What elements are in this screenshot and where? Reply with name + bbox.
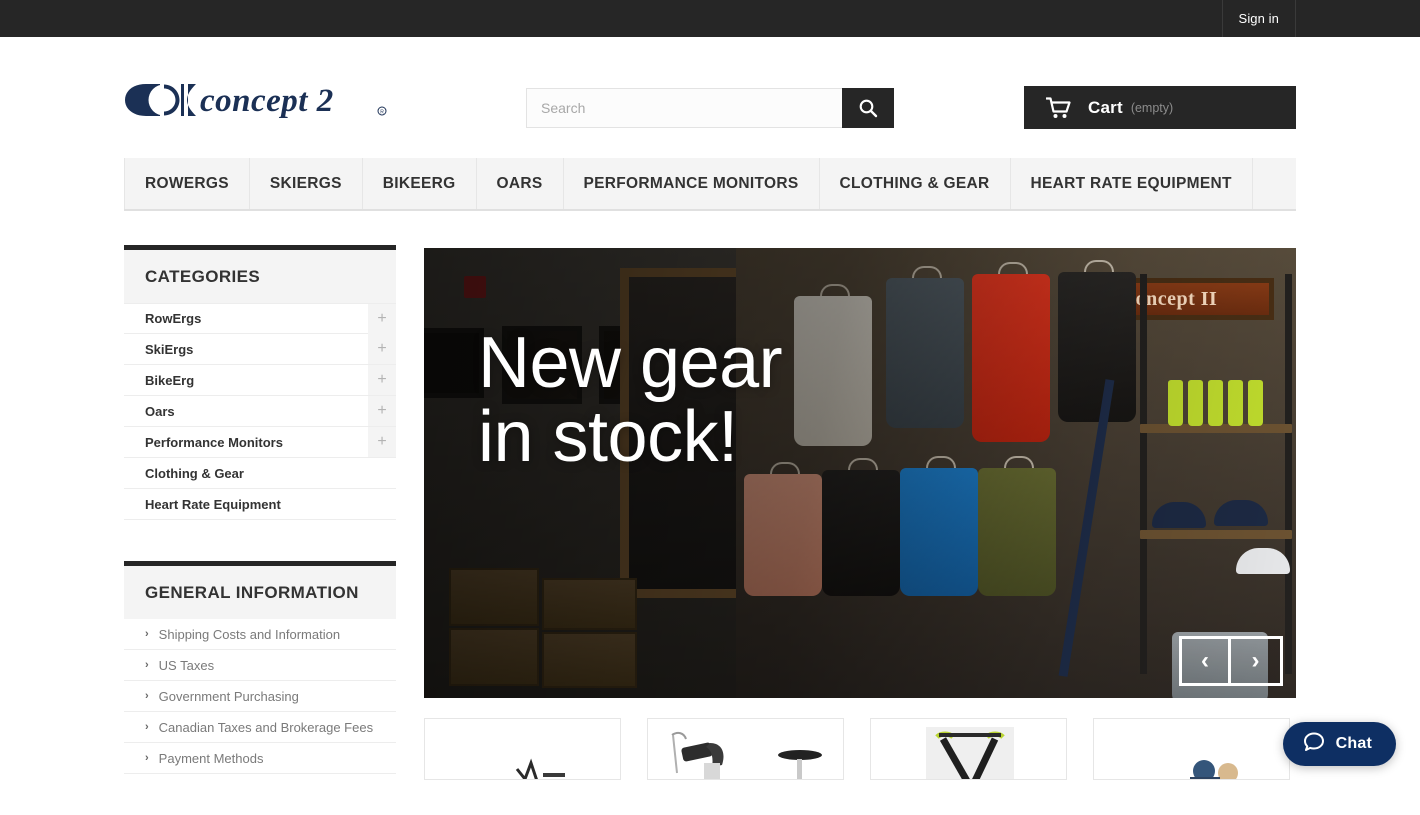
sidebar-item-rowergs[interactable]: RowErgs + (124, 303, 396, 334)
info-link-payment-methods[interactable]: › Payment Methods (124, 743, 396, 774)
chat-widget-button[interactable]: Chat (1283, 722, 1396, 766)
product-card-2[interactable] (647, 718, 844, 780)
sidebar-item-skiergs[interactable]: SkiErgs + (124, 334, 396, 365)
sidebar-item-bikeerg[interactable]: BikeErg + (124, 365, 396, 396)
info-link-label: Canadian Taxes and Brokerage Fees (159, 720, 373, 735)
cart-status: (empty) (1131, 101, 1173, 115)
top-bar: Sign in (0, 0, 1420, 37)
cart-label: Cart (1088, 98, 1123, 118)
carousel-controls: ‹ › (1179, 636, 1283, 686)
info-link-label: US Taxes (159, 658, 214, 673)
logo-mark-icon: concept 2 R (124, 80, 388, 120)
product-card-row (424, 718, 1296, 780)
general-information-list: › Shipping Costs and Information › US Ta… (124, 619, 396, 774)
info-link-government-purchasing[interactable]: › Government Purchasing (124, 681, 396, 712)
sign-in-link[interactable]: Sign in (1223, 0, 1295, 37)
nav-item-bikeerg[interactable]: BIKEERG (363, 158, 477, 209)
expand-icon[interactable]: + (368, 427, 396, 457)
categories-list: RowErgs + SkiErgs + BikeErg + Oars + Per… (124, 303, 396, 520)
carousel-next-button[interactable]: › (1231, 636, 1283, 686)
search-input[interactable] (526, 88, 842, 128)
info-link-us-taxes[interactable]: › US Taxes (124, 650, 396, 681)
category-label: BikeErg (145, 373, 194, 388)
site-header: concept 2 R Cart (empty) (0, 37, 1420, 155)
carousel-prev-button[interactable]: ‹ (1179, 636, 1231, 686)
hero-headline: New gear in stock! (478, 326, 782, 474)
category-label: SkiErgs (145, 342, 193, 357)
nav-item-oars[interactable]: OARS (477, 158, 564, 209)
product-card-3[interactable] (870, 718, 1067, 780)
product-thumbnail (648, 719, 843, 779)
shopping-cart-icon (1046, 97, 1071, 119)
chevron-right-icon: › (145, 752, 149, 764)
category-label: Performance Monitors (145, 435, 283, 450)
expand-icon[interactable]: + (368, 304, 396, 334)
categories-block: CATEGORIES RowErgs + SkiErgs + BikeErg +… (124, 245, 396, 520)
category-label: RowErgs (145, 311, 201, 326)
expand-icon[interactable]: + (368, 396, 396, 426)
cart-button[interactable]: Cart (empty) (1024, 86, 1296, 129)
sidebar-item-heart-rate-equipment[interactable]: Heart Rate Equipment (124, 489, 396, 520)
info-link-canadian-taxes[interactable]: › Canadian Taxes and Brokerage Fees (124, 712, 396, 743)
svg-text:concept 2: concept 2 (200, 83, 334, 119)
chat-label: Chat (1336, 735, 1372, 753)
category-label: Clothing & Gear (145, 466, 244, 481)
nav-item-skiergs[interactable]: SKIERGS (250, 158, 363, 209)
top-bar-links: Sign in (1222, 0, 1296, 37)
category-label: Heart Rate Equipment (145, 497, 281, 512)
nav-item-rowergs[interactable]: ROWERGS (124, 158, 250, 209)
product-thumbnail (425, 719, 620, 779)
search-box (526, 88, 894, 128)
search-button[interactable] (842, 88, 894, 128)
divider (1295, 0, 1296, 37)
chevron-right-icon: › (145, 659, 149, 671)
product-card-4[interactable] (1093, 718, 1290, 780)
hero-carousel[interactable]: Concept II (424, 248, 1296, 698)
search-icon (858, 98, 878, 118)
info-link-label: Government Purchasing (159, 689, 299, 704)
product-thumbnail (1094, 719, 1289, 779)
chevron-right-icon: › (145, 628, 149, 640)
expand-icon[interactable]: + (368, 365, 396, 395)
info-link-label: Shipping Costs and Information (159, 627, 340, 642)
nav-item-clothing-and-gear[interactable]: CLOTHING & GEAR (820, 158, 1011, 209)
general-information-title: GENERAL INFORMATION (124, 566, 396, 619)
category-label: Oars (145, 404, 175, 419)
info-link-label: Payment Methods (159, 751, 264, 766)
sidebar-item-performance-monitors[interactable]: Performance Monitors + (124, 427, 396, 458)
expand-icon[interactable]: + (368, 334, 396, 364)
product-thumbnail (871, 719, 1066, 779)
chat-bubble-icon (1303, 731, 1325, 758)
info-link-shipping-costs[interactable]: › Shipping Costs and Information (124, 619, 396, 650)
sidebar-item-clothing-and-gear[interactable]: Clothing & Gear (124, 458, 396, 489)
general-information-block: GENERAL INFORMATION › Shipping Costs and… (124, 561, 396, 774)
concept2-logo[interactable]: concept 2 R (124, 80, 388, 120)
chevron-right-icon: › (145, 721, 149, 733)
sidebar: CATEGORIES RowErgs + SkiErgs + BikeErg +… (124, 245, 396, 815)
nav-item-performance-monitors[interactable]: PERFORMANCE MONITORS (564, 158, 820, 209)
sidebar-item-oars[interactable]: Oars + (124, 396, 396, 427)
categories-title: CATEGORIES (124, 250, 396, 303)
svg-text:R: R (380, 110, 384, 116)
nav-item-heart-rate-equipment[interactable]: HEART RATE EQUIPMENT (1011, 158, 1253, 209)
main-navigation: ROWERGS SKIERGS BIKEERG OARS PERFORMANCE… (124, 158, 1296, 211)
chevron-right-icon: › (145, 690, 149, 702)
product-card-1[interactable] (424, 718, 621, 780)
